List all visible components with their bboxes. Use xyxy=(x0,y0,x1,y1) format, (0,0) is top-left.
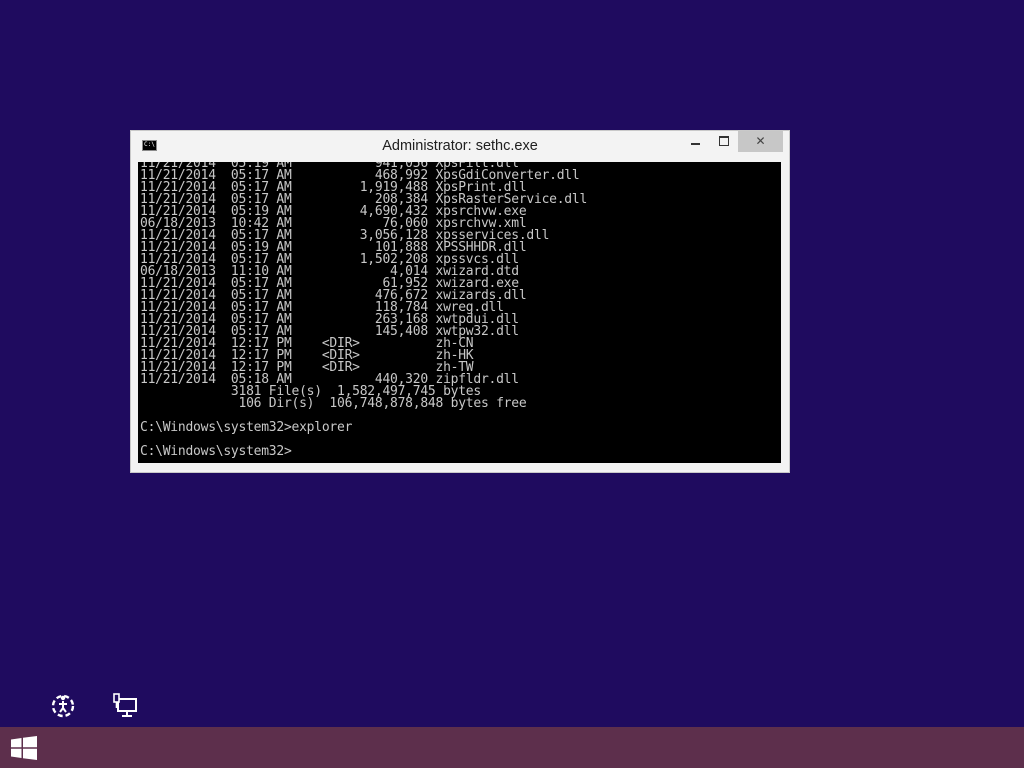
desktop: Administrator: sethc.exe ✕ 11/21/2014 05… xyxy=(0,0,1024,768)
close-button[interactable]: ✕ xyxy=(738,131,783,152)
minimize-button[interactable] xyxy=(681,131,709,152)
console-text: 11/21/2014 05:19 AM 941,056 XpsFilt.dll … xyxy=(140,162,588,459)
network-icon[interactable] xyxy=(113,693,139,719)
console-output-area[interactable]: 11/21/2014 05:19 AM 941,056 XpsFilt.dll … xyxy=(138,162,781,463)
console-window[interactable]: Administrator: sethc.exe ✕ 11/21/2014 05… xyxy=(130,130,790,473)
taskbar xyxy=(0,727,1024,768)
maximize-button[interactable] xyxy=(710,131,737,152)
start-button[interactable] xyxy=(0,727,48,768)
ease-of-access-icon[interactable] xyxy=(48,691,78,721)
windows-logo-icon xyxy=(11,736,37,760)
title-bar[interactable]: Administrator: sethc.exe ✕ xyxy=(131,131,789,162)
